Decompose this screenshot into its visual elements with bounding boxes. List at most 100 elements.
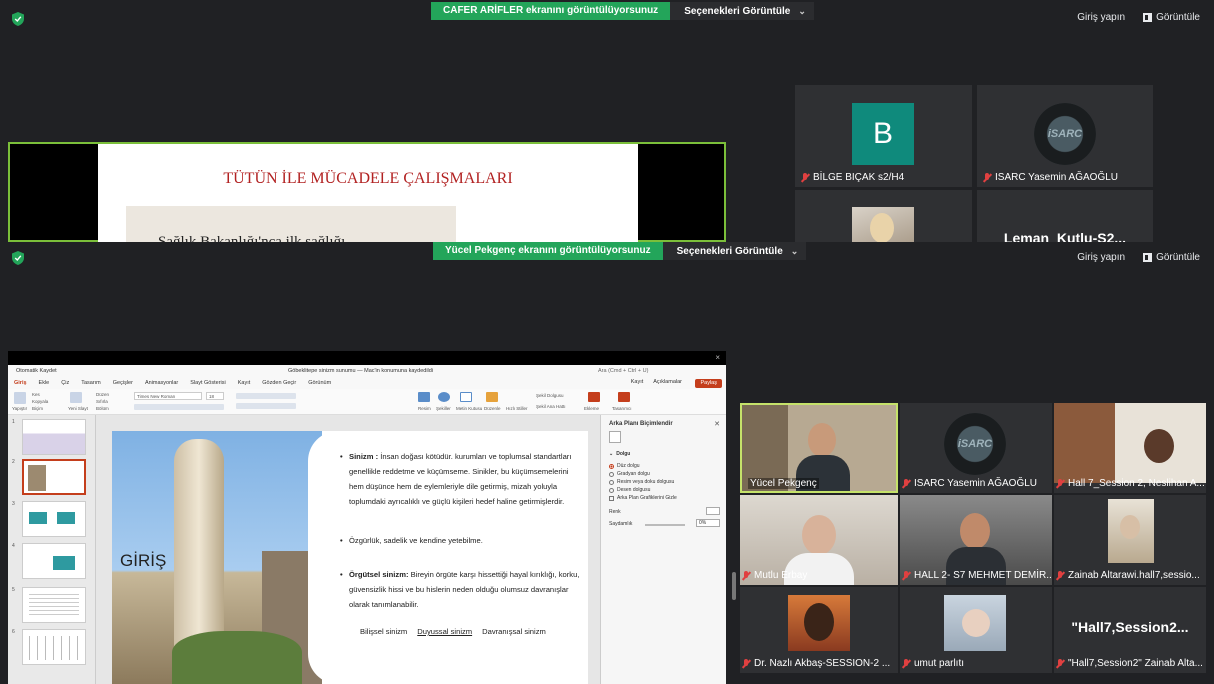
- participant-tile[interactable]: iSARC ISARC Yasemin AĞAOĞLU: [977, 85, 1153, 187]
- shape-fill-button[interactable]: Şekil Dolgusu: [536, 393, 564, 398]
- gallery-scrollbar[interactable]: [732, 572, 736, 600]
- tab-draw[interactable]: Çiz: [61, 380, 69, 386]
- font-size-value: 18: [209, 394, 215, 399]
- paragraph-toolbar[interactable]: [236, 393, 296, 399]
- sign-in-button[interactable]: Giriş yapın: [1077, 252, 1125, 263]
- view-button[interactable]: Görüntüle: [1143, 252, 1200, 263]
- reset-button[interactable]: Sıfırla: [96, 399, 108, 404]
- isarc-logo: iSARC: [944, 413, 1006, 475]
- picture-fill-radio[interactable]: Resim veya doku dolgusu: [609, 479, 674, 485]
- gradient-fill-radio[interactable]: Gradyan dolgu: [609, 471, 650, 477]
- new-slide-icon[interactable]: [70, 392, 82, 403]
- slide-thumbnail[interactable]: [22, 587, 86, 623]
- shapes-icon[interactable]: [438, 392, 450, 402]
- participant-name: umut parlıtı: [902, 658, 964, 669]
- close-pane-icon[interactable]: ✕: [714, 420, 720, 428]
- transparency-slider[interactable]: [645, 524, 685, 526]
- participant-name: Yücel Pekgenç: [748, 478, 819, 489]
- grid-view-icon: [1143, 253, 1153, 262]
- participant-tile[interactable]: Zainab Altarawi.hall7,sessio...: [1054, 495, 1206, 585]
- picture-icon[interactable]: [418, 392, 430, 402]
- share-button[interactable]: Paylaş: [695, 379, 722, 388]
- font-size-select[interactable]: 18: [206, 392, 224, 400]
- participant-name: ISARC Yasemin AĞAOĞLU: [902, 478, 1037, 489]
- chevron-down-icon: ⌄: [798, 6, 806, 16]
- slide-thumbnail-selected[interactable]: [22, 459, 86, 495]
- bullet-cynicism: • Sinizm : İnsan doğası kötüdür. kurumlar…: [340, 452, 572, 506]
- tab-slideshow[interactable]: Slayt Gösterisi: [190, 380, 225, 386]
- slide-thumbnail[interactable]: [22, 543, 86, 579]
- section-button[interactable]: Bölüm: [96, 406, 109, 411]
- record-button[interactable]: Kayıt: [631, 379, 644, 385]
- transparency-input[interactable]: 0%: [696, 519, 720, 527]
- textbox-icon[interactable]: [460, 392, 472, 402]
- tab-home[interactable]: Giriş: [14, 380, 27, 386]
- fill-icon[interactable]: [609, 431, 621, 443]
- security-shield-icon[interactable]: [12, 251, 24, 265]
- slide-editing-canvas: GİRİŞ • Sinizm : İnsan doğası kötüdür. ku…: [96, 415, 600, 684]
- font-format-toolbar[interactable]: [134, 404, 224, 410]
- participant-tile-active-speaker[interactable]: Yücel Pekgenç: [740, 403, 898, 493]
- participant-tile[interactable]: "Hall7,Session2... "Hall7,Session2" Zain…: [1054, 587, 1206, 673]
- alignment-toolbar[interactable]: [236, 403, 296, 409]
- avatar: B: [852, 103, 914, 165]
- view-button[interactable]: Görüntüle: [1143, 12, 1200, 23]
- comments-button[interactable]: Açıklamalar: [653, 379, 682, 385]
- participant-tile[interactable]: Mutlu Erbay: [740, 495, 898, 585]
- format-painter-button[interactable]: Biçim: [32, 406, 43, 411]
- paste-icon[interactable]: [14, 392, 26, 404]
- font-select[interactable]: Times New Roman: [134, 392, 202, 400]
- participant-tile[interactable]: B BİLGE BIÇAK s2/H4: [795, 85, 972, 187]
- participant-title-text: "Hall7,Session2...: [1071, 619, 1189, 635]
- pane-title: Arka Planı Biçimlendir: [609, 421, 673, 427]
- participant-tile[interactable]: Leman_Kutlu-S2...: [977, 190, 1153, 242]
- cut-button[interactable]: Kes: [32, 392, 40, 397]
- shape-outline-button[interactable]: Şekil Ana Hattı: [536, 404, 566, 409]
- powerpoint-window: × Otomatik Kaydet Göbeklitepe sinizm sun…: [8, 351, 726, 684]
- participant-name: BİLGE BIÇAK s2/H4: [801, 172, 904, 183]
- type-behavioral: Davranışsal sinizm: [482, 627, 546, 636]
- participant-tile[interactable]: HALL 2- S7 MEHMET DEMİR...: [900, 495, 1052, 585]
- close-icon[interactable]: ×: [715, 353, 720, 362]
- tab-transitions[interactable]: Geçişler: [113, 380, 133, 386]
- participant-tile[interactable]: Dr. Nazlı Akbaş-SESSION-2 ...: [740, 587, 898, 673]
- zoom-window-bottom: Yücel Pekgenç ekranını görüntülüyorsunuz…: [0, 242, 1214, 684]
- cynicism-types: Bilişsel sinizm Duyussal sinizm Davranış…: [360, 627, 546, 636]
- hide-bg-graphics-checkbox[interactable]: Arka Plan Grafiklerini Gizle: [609, 495, 677, 501]
- slide-thumbnail[interactable]: [22, 501, 86, 537]
- tab-review[interactable]: Gözden Geçir: [262, 380, 296, 386]
- view-options-button[interactable]: Seçenekleri Görüntüle ⌄: [670, 2, 814, 20]
- ppt-menu-bar: Giriş Ekle Çiz Tasarım Geçişler Animasyo…: [8, 377, 726, 389]
- current-slide[interactable]: GİRİŞ • Sinizm : İnsan doğası kötüdür. ku…: [112, 431, 588, 684]
- arrange-icon[interactable]: [486, 392, 498, 402]
- radio-icon: [609, 479, 614, 485]
- fill-section-header[interactable]: ⌄ Dolgu: [609, 451, 630, 457]
- solid-fill-radio[interactable]: Düz dolgu: [609, 463, 640, 469]
- participant-tile[interactable]: umut parlıtı: [900, 587, 1052, 673]
- tab-design[interactable]: Tasarım: [81, 380, 101, 386]
- tab-record[interactable]: Kayıt: [238, 380, 251, 386]
- view-options-button[interactable]: Seçenekleri Görüntüle ⌄: [662, 242, 807, 260]
- participant-tile[interactable]: Hall 7_Session 2, Neslihan A...: [1054, 403, 1206, 493]
- search-input[interactable]: Ara (Cmd + Ctrl + U): [598, 368, 648, 374]
- new-slide-label: Yeni Slayt: [68, 406, 88, 411]
- security-shield-icon[interactable]: [12, 12, 24, 26]
- tab-insert[interactable]: Ekle: [39, 380, 50, 386]
- copy-button[interactable]: Kopyala: [32, 399, 48, 404]
- pattern-fill-radio[interactable]: Desen dolgusu: [609, 487, 650, 493]
- slide-thumbnail[interactable]: [22, 419, 86, 455]
- tab-animations[interactable]: Animasyonlar: [145, 380, 178, 386]
- layout-button[interactable]: Düzen: [96, 392, 109, 397]
- quick-styles-label[interactable]: Hızlı Stiller: [506, 406, 528, 411]
- sign-in-button[interactable]: Giriş yapın: [1077, 12, 1125, 23]
- color-picker[interactable]: [706, 507, 720, 515]
- slide-thumbnail[interactable]: [22, 629, 86, 665]
- view-label: Görüntüle: [1156, 252, 1200, 263]
- participant-tile[interactable]: iSARC ISARC Yasemin AĞAOĞLU: [900, 403, 1052, 493]
- designer-icon[interactable]: [588, 392, 600, 402]
- tab-view[interactable]: Görünüm: [308, 380, 331, 386]
- design-ideas-icon[interactable]: [618, 392, 630, 402]
- autosave-toggle[interactable]: Otomatik Kaydet: [16, 368, 57, 374]
- slide-heading: GİRİŞ: [120, 551, 167, 570]
- participant-tile[interactable]: [795, 190, 972, 242]
